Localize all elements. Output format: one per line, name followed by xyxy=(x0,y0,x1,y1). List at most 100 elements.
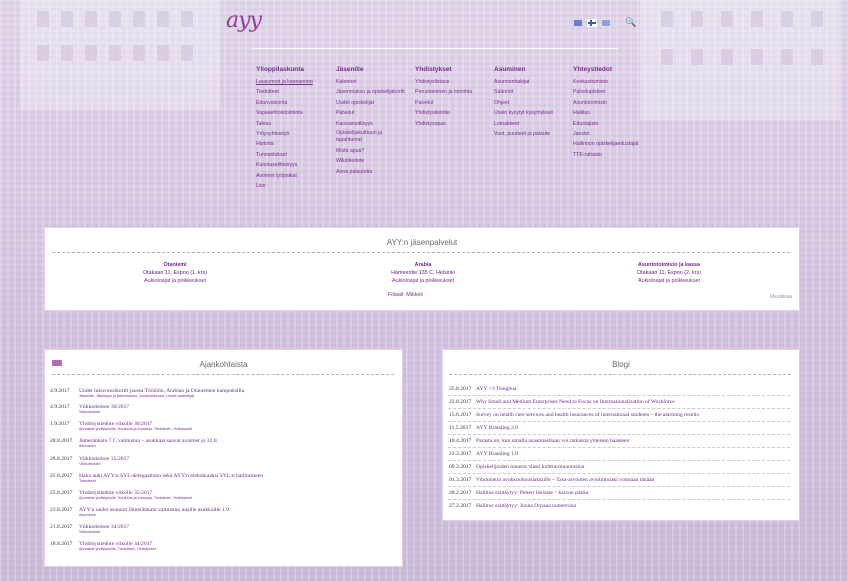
news-date: 25.8.2017 xyxy=(50,490,73,496)
nav-link[interactable]: Lomakkeet xyxy=(494,119,574,129)
blog-date: 28.2.2017 xyxy=(449,490,472,496)
blog-title[interactable]: AYY <3 Tsinghua xyxy=(476,386,516,392)
search-icon[interactable]: 🔍 xyxy=(625,17,636,28)
news-tags[interactable]: Asuminen xyxy=(79,444,96,448)
office-address: Otakaari 11, Espoo (1. krs) xyxy=(142,270,207,276)
ayy-logo[interactable]: ayy xyxy=(226,8,262,33)
news-tags[interactable]: Viikkotiedote xyxy=(79,410,100,414)
nav-link[interactable]: Asuntotoimisto xyxy=(573,98,653,108)
nav-link[interactable]: Avoimet työpaikat xyxy=(256,171,336,181)
nav-link[interactable]: Opiskelijakulttuuri ja tapahtumat xyxy=(336,130,396,144)
nav-heading[interactable]: Yhdistykset xyxy=(415,66,495,73)
branch-office-link[interactable]: Filiaali: Mikkeli xyxy=(388,292,423,298)
blog-title[interactable]: AYY Branding 2.0 xyxy=(476,425,518,431)
header-divider xyxy=(252,48,618,49)
nav-link[interactable]: Mistä apua? xyxy=(336,146,416,156)
rss-icon[interactable] xyxy=(52,360,62,366)
nav-link[interactable]: Vapaaehtoistoiminta xyxy=(256,108,336,118)
news-tags[interactable]: Jäsenille, Jäsenyys ja jäsenmaksu, Joukk… xyxy=(79,394,194,398)
nav-link[interactable]: Kunniaselitteisyys xyxy=(256,160,336,170)
divider xyxy=(448,460,790,461)
nav-heading[interactable]: Yhteystiedot xyxy=(573,66,653,73)
blog-title[interactable]: Vihdoinkin avokkoohouslakkiille – Tasa-a… xyxy=(476,477,654,483)
nav-link[interactable]: Hallinnon opiskelijaedustajat xyxy=(573,139,653,149)
blog-date: 18.4.2017 xyxy=(449,438,472,444)
nav-link[interactable]: Uudet opiskelijat xyxy=(336,98,416,108)
nav-link[interactable]: Tiedotteet xyxy=(256,87,336,97)
nav-link[interactable]: Perustaminen ja toiminta xyxy=(415,87,495,97)
panel-title: Blogi xyxy=(612,360,630,369)
nav-link[interactable]: Palvelut xyxy=(336,108,416,118)
news-title[interactable]: Jämeränkatu 7 C valmistuu – asukkaat saa… xyxy=(79,438,218,444)
panel-title: AYY:n jäsenpalvelut xyxy=(386,238,458,247)
opening-hours-link[interactable]: Aukioloajat ja poikkeukset xyxy=(638,278,700,284)
news-tags[interactable]: Viikkotiedote xyxy=(79,530,100,534)
nav-link[interactable]: Anna palautetta xyxy=(336,167,416,177)
blog-title[interactable]: Survey on health care services and healt… xyxy=(476,412,699,418)
blog-title[interactable]: AYY Branding 1.0 xyxy=(476,451,518,457)
nav-link[interactable]: Palvelut xyxy=(415,98,495,108)
news-tags[interactable]: Asuminen xyxy=(79,513,96,517)
nav-link[interactable]: Keskustoimisto xyxy=(573,77,653,87)
nav-heading[interactable]: Asuminen xyxy=(494,66,574,73)
nav-link[interactable]: Yhdistysopas xyxy=(415,119,495,129)
nav-link[interactable]: Kalenteri xyxy=(336,77,416,87)
news-date: 25.8.2017 xyxy=(50,473,73,479)
edit-link[interactable]: Muokkaa xyxy=(770,294,792,300)
flag-en-icon[interactable] xyxy=(573,18,583,27)
nav-link[interactable]: Tunnustukset xyxy=(256,150,336,160)
news-tags[interactable]: Apurahat yhdistyksille, Tiedotteet, Yhdi… xyxy=(79,547,156,551)
nav-link[interactable]: Yhdistystietotie xyxy=(415,108,495,118)
nav-link[interactable]: Usein kysytyt kysymykset xyxy=(494,108,574,118)
office-address: Hämeentie 135 C, Helsinki xyxy=(391,270,455,276)
flag-sv-icon[interactable] xyxy=(601,18,611,27)
nav-link[interactable]: Historia xyxy=(256,139,336,149)
office-address: Otakaari 11, Espoo (2. krs) xyxy=(636,270,701,276)
news-tags[interactable]: Viikkotiedote xyxy=(79,462,100,466)
blog-title[interactable]: Hallitus esittäytyy: Joona Orpana numero… xyxy=(476,503,576,509)
opening-hours-link[interactable]: Aukioloajat ja poikkeukset xyxy=(392,278,454,284)
nav-link[interactable]: Edunvalvonta xyxy=(256,98,336,108)
nav-link[interactable]: Hallitus xyxy=(573,108,653,118)
blog-title[interactable]: Why Small and Medium Enterprises Need to… xyxy=(476,399,675,405)
blog-date: 09.3.2017 xyxy=(449,464,472,470)
news-tags[interactable]: Tiedotteet xyxy=(79,479,96,483)
divider xyxy=(448,447,790,448)
nav-link[interactable]: Lausunnot ja kannanotot xyxy=(256,77,336,87)
nav-link[interactable]: Talous xyxy=(256,119,336,129)
blog-title[interactable]: Hallitus esittäytyy: Petteri Heloste – k… xyxy=(476,490,588,496)
nav-link[interactable]: TTE-rahasto xyxy=(573,150,653,160)
blog-date: 25.8.2017 xyxy=(449,386,472,392)
nav-link[interactable]: Edustajisto xyxy=(573,119,653,129)
nav-link[interactable]: Yritysyhteistyö xyxy=(256,129,336,139)
divider xyxy=(448,473,790,474)
blog-date: 11.5.2017 xyxy=(449,425,472,431)
nav-link[interactable]: Säännöt xyxy=(494,87,574,97)
nav-link[interactable]: Vuot, puutteet ja palaute xyxy=(494,129,574,139)
nav-link[interactable]: Wikiotiedote xyxy=(336,156,416,166)
nav-heading[interactable]: Ylioppilaskunta xyxy=(256,66,336,73)
news-title[interactable]: AYY:n uudet asunnot Jämeränkatu valmistu… xyxy=(79,507,230,513)
nav-link[interactable]: Live xyxy=(256,181,336,191)
news-date: 4.9.2017 xyxy=(50,404,70,410)
nav-link[interactable]: Jaostot xyxy=(573,129,653,139)
news-tags[interactable]: Apurahat yhdistyksille, Koulutus ja kurs… xyxy=(79,496,192,500)
divider xyxy=(52,374,394,375)
nav-link[interactable]: Kansainvälisyys xyxy=(336,119,416,129)
blog-title[interactable]: Parasta on, kun omalla osaamisellaan voi… xyxy=(476,438,629,444)
nav-link[interactable]: Jäsenmaksu ja opiskelijakortti xyxy=(336,87,416,97)
opening-hours-link[interactable]: Aukioloajat ja poikkeukset xyxy=(144,278,206,284)
nav-link[interactable]: Asunnonhakijat xyxy=(494,77,574,87)
news-tags[interactable]: Apurahat yhdistyksille, Koulutus ja kurs… xyxy=(79,427,192,431)
divider xyxy=(448,395,790,396)
news-title[interactable]: Haku auki AYY:n SYL-delegaatioon sekä AY… xyxy=(79,473,263,479)
divider xyxy=(448,499,790,500)
nav-link[interactable]: Yhdistyslistaus xyxy=(415,77,495,87)
flag-fi-icon[interactable] xyxy=(587,18,597,27)
nav-link[interactable]: Ohjeet xyxy=(494,98,574,108)
nav-link[interactable]: Palvelupisteet xyxy=(573,87,653,97)
divider xyxy=(448,408,790,409)
office-name: Otaniemi xyxy=(163,262,187,268)
blog-title[interactable]: Opiskelijoiden muutos viasti kulttuurimu… xyxy=(476,464,584,470)
nav-heading[interactable]: Jäsenille xyxy=(336,66,416,73)
